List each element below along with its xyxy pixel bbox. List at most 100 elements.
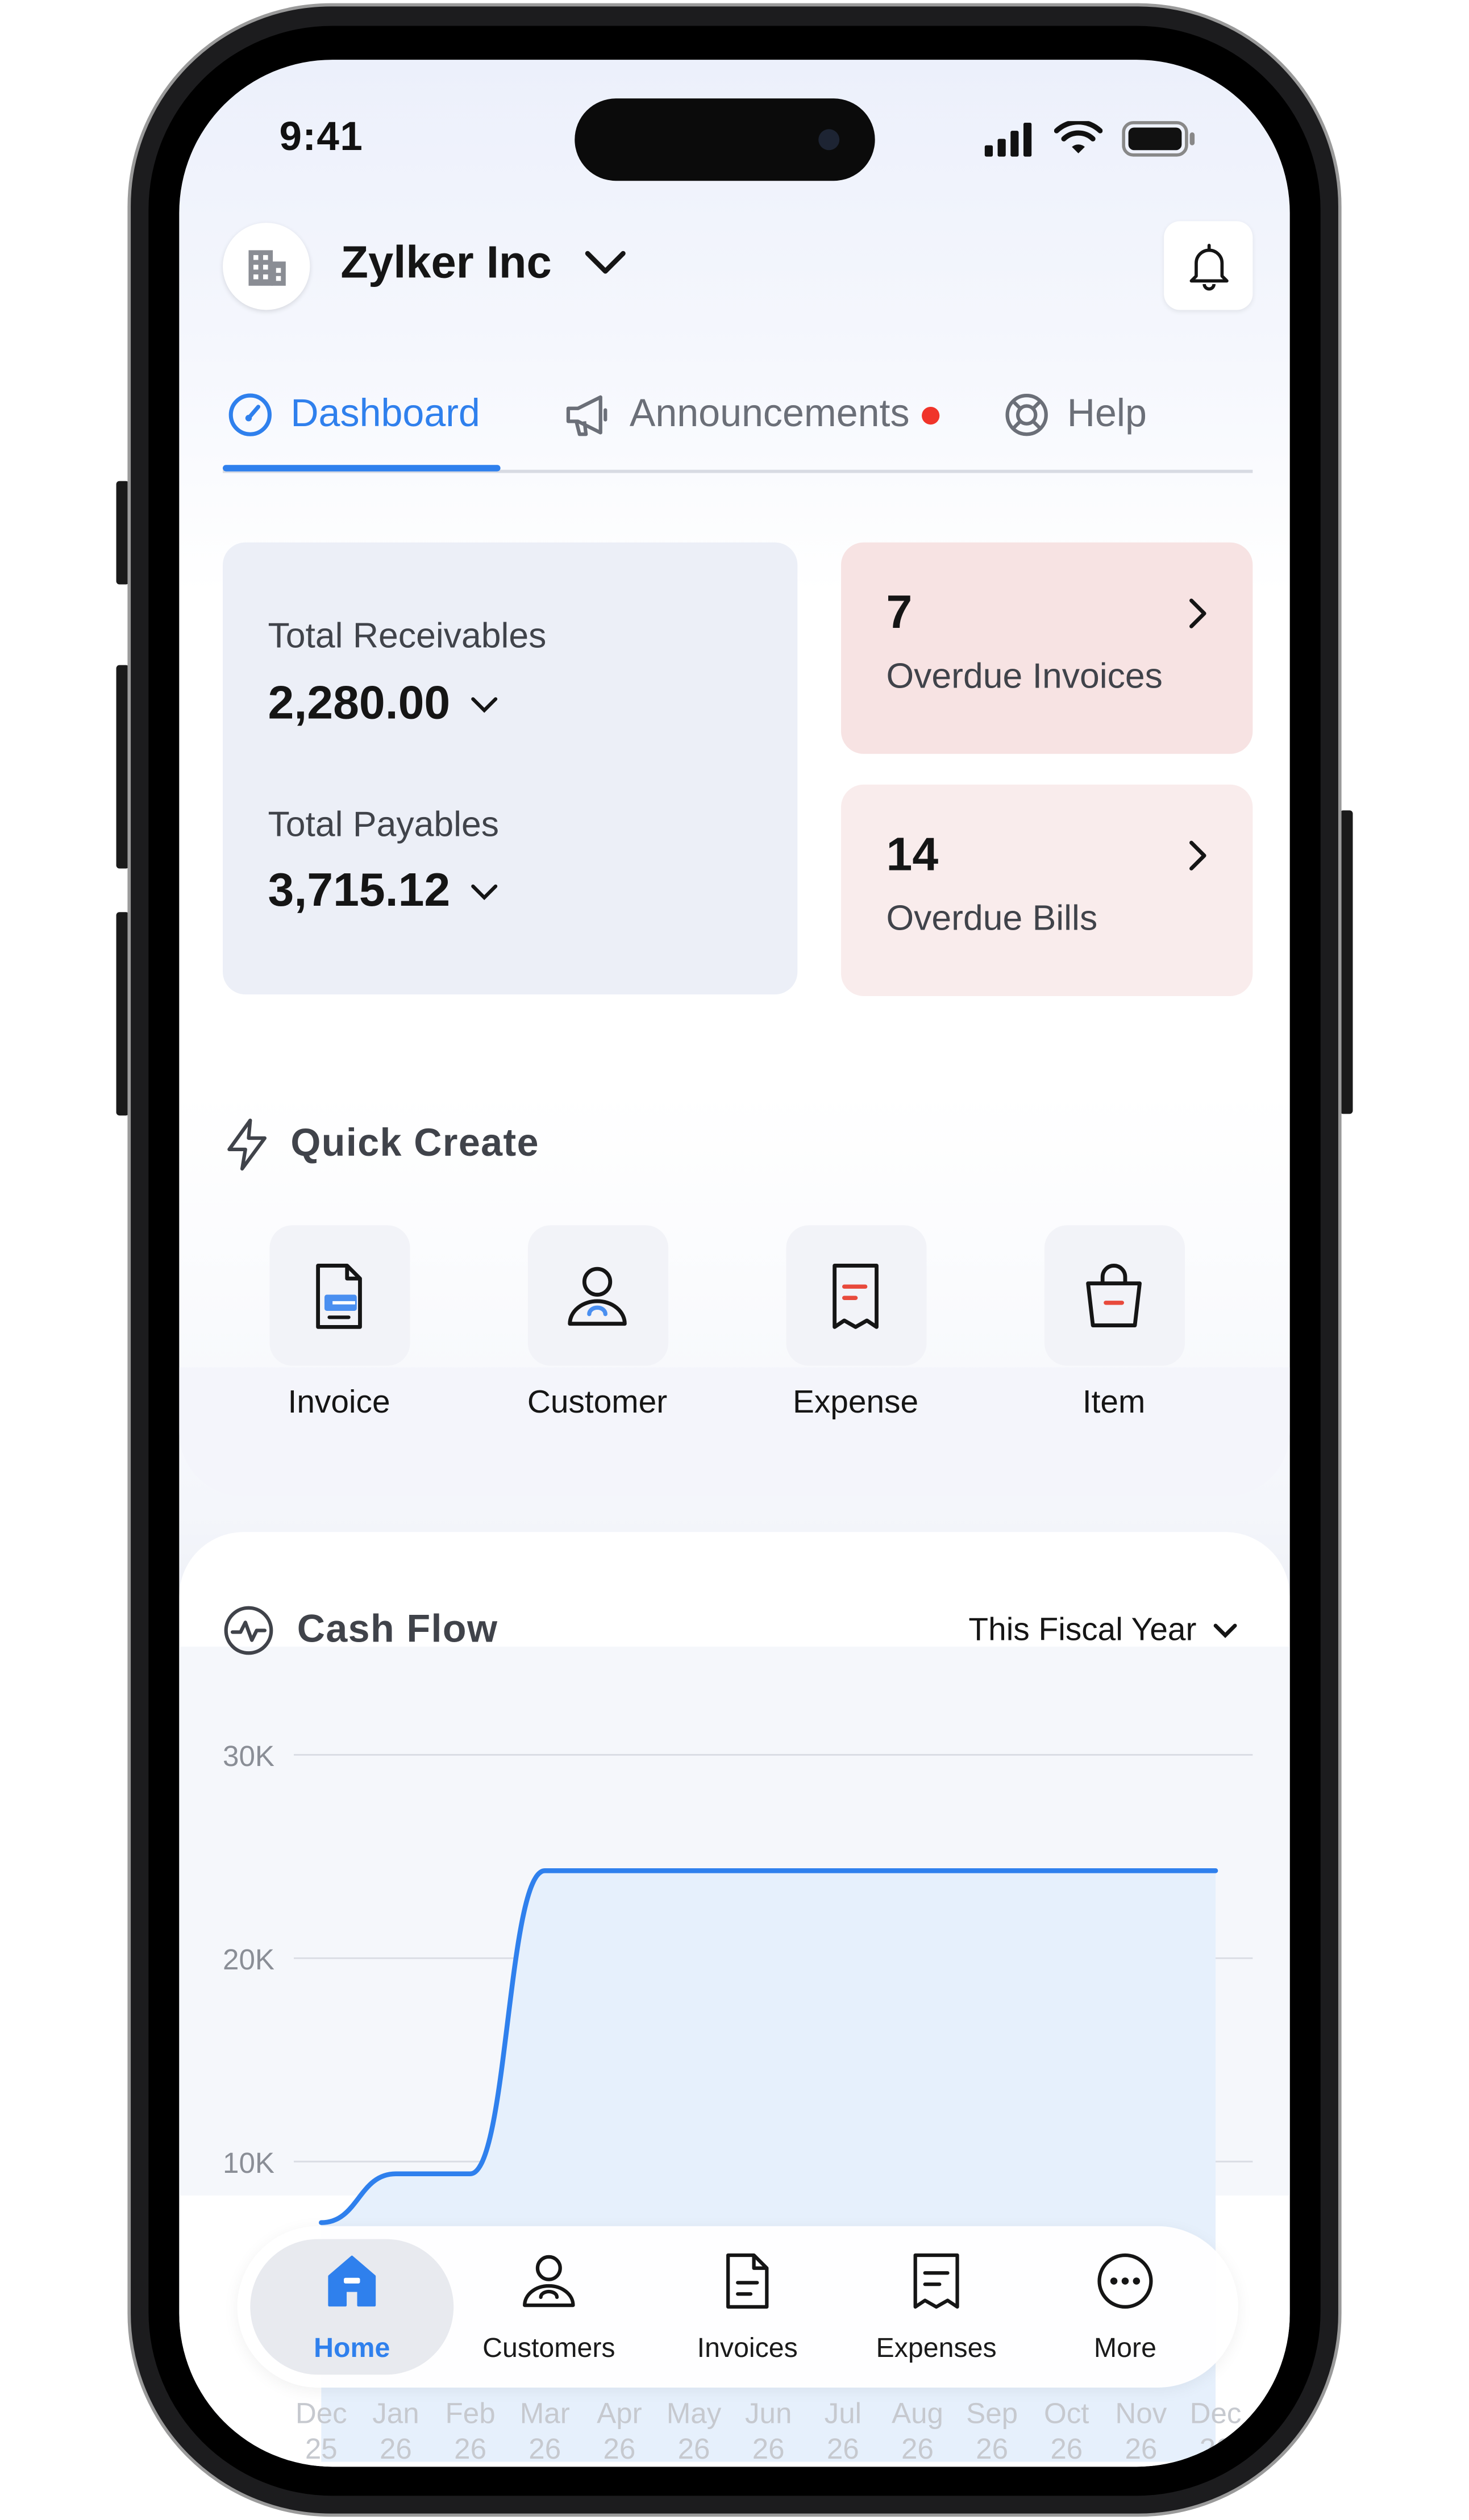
home-icon <box>328 2255 376 2307</box>
quick-create-label: Item <box>1082 1385 1146 1421</box>
x-tick-label: Sep <box>966 2397 1018 2429</box>
receivables-value: 2,280.00 <box>268 678 451 730</box>
quick-create-customer[interactable]: Customer <box>501 1225 694 1422</box>
chevron-down-icon[interactable] <box>582 247 628 288</box>
tabbar-label: More <box>1093 2332 1156 2364</box>
org-name[interactable]: Zylker Inc <box>340 238 551 289</box>
chevron-down-icon <box>1214 1623 1238 1638</box>
invoice-icon <box>268 1225 410 1366</box>
tab-label: Announcements <box>629 392 910 436</box>
power-button <box>1339 810 1353 1114</box>
chevron-right-icon <box>1189 598 1206 628</box>
payables-label: Total Payables <box>268 803 500 844</box>
receivables-amount[interactable]: 2,280.00 <box>268 678 499 731</box>
quick-create-heading: Quick Create <box>223 1117 539 1172</box>
tabbar-expenses[interactable]: Expenses <box>836 2226 1036 2388</box>
x-tick-label: Aug <box>892 2397 943 2429</box>
x-tick-label: Jul <box>825 2397 862 2429</box>
x-tick-label: Mar <box>520 2397 570 2429</box>
signal-icon <box>983 122 1038 166</box>
x-tick-label: Jan <box>372 2397 419 2429</box>
tab-label: Help <box>1067 392 1147 436</box>
tabbar-label: Customers <box>482 2332 615 2364</box>
y-tick-label: 30K <box>223 1740 274 1772</box>
x-tick-label: Jun <box>745 2397 792 2429</box>
x-tick-label: 26 <box>901 2432 934 2465</box>
receivables-payables-card: Total Receivables 2,280.00 Total Payable… <box>223 542 798 995</box>
pulse-icon <box>224 1606 273 1655</box>
x-tick-label: 26 <box>528 2432 561 2465</box>
tabbar-invoices[interactable]: Invoices <box>647 2226 847 2388</box>
item-bag-icon <box>1043 1225 1184 1366</box>
overdue-bills-count: 14 <box>886 830 939 882</box>
expenses-icon <box>913 2253 959 2309</box>
quick-create-label: Expense <box>793 1385 919 1421</box>
x-tick-label: 26 <box>454 2432 486 2465</box>
cash-flow-title: Cash Flow <box>297 1607 498 1652</box>
battery-icon <box>1122 119 1196 166</box>
payables-amount[interactable]: 3,715.12 <box>268 865 499 919</box>
chevron-right-icon <box>1189 840 1206 870</box>
quick-create-item[interactable]: Item <box>1017 1225 1211 1422</box>
x-tick-label: Dec <box>1190 2397 1242 2429</box>
chevron-down-icon <box>471 696 497 713</box>
x-tick-label: 26 <box>827 2432 859 2465</box>
tab-label: Dashboard <box>290 392 480 436</box>
customer-icon <box>527 1225 668 1366</box>
building-icon <box>248 250 286 286</box>
expense-icon <box>785 1225 926 1366</box>
overdue-bills-card[interactable]: 14 Overdue Bills <box>841 784 1253 996</box>
x-tick-label: 26 <box>1125 2432 1157 2465</box>
chevron-down-icon <box>471 884 497 899</box>
x-tick-label: Nov <box>1115 2397 1167 2429</box>
notification-dot <box>922 406 941 424</box>
x-tick-label: 26 <box>380 2432 412 2465</box>
quick-create-label: Customer <box>527 1385 668 1421</box>
bottom-tab-bar: Home Customers Invoices Expenses More <box>237 2226 1238 2388</box>
quick-create-invoice[interactable]: Invoice <box>242 1225 436 1422</box>
app-screen: 9:41 Zylker Inc Dashboard Announcements … <box>179 60 1290 2467</box>
tabbar-more[interactable]: More <box>1025 2226 1225 2388</box>
x-tick-label: Oct <box>1044 2397 1089 2429</box>
tab-announcements[interactable]: Announcements <box>562 391 941 439</box>
status-time: 9:41 <box>279 114 364 160</box>
overdue-invoices-label: Overdue Invoices <box>886 655 1163 696</box>
x-tick-label: 26 <box>976 2432 1008 2465</box>
tabbar-label: Expenses <box>876 2332 997 2364</box>
lifebuoy-icon <box>1005 393 1048 436</box>
dynamic-island <box>575 98 875 181</box>
tabbar-customers[interactable]: Customers <box>449 2226 649 2388</box>
active-tab-indicator <box>223 465 501 472</box>
megaphone-icon <box>566 395 607 436</box>
overdue-invoices-count: 7 <box>886 588 913 640</box>
x-tick-label: 25 <box>305 2432 338 2465</box>
tabbar-home[interactable]: Home <box>252 2226 452 2388</box>
x-tick-label: 26 <box>1050 2432 1083 2465</box>
more-icon <box>1097 2253 1153 2309</box>
lightning-icon <box>227 1118 267 1171</box>
quick-create-expense[interactable]: Expense <box>759 1225 952 1422</box>
tab-help[interactable]: Help <box>1002 391 1147 439</box>
notifications-button[interactable] <box>1164 221 1253 310</box>
x-tick-label: Feb <box>446 2397 496 2429</box>
camera-icon <box>818 129 840 151</box>
range-label: This Fiscal Year <box>968 1613 1197 1648</box>
payables-value: 3,715.12 <box>268 865 451 917</box>
tab-dashboard[interactable]: Dashboard <box>226 391 480 439</box>
x-tick-label: 26 <box>678 2432 710 2465</box>
receivables-label: Total Receivables <box>268 615 547 656</box>
tabbar-label: Home <box>314 2332 390 2364</box>
overdue-bills-label: Overdue Bills <box>886 897 1098 938</box>
x-tick-label: 26 <box>1200 2432 1232 2465</box>
quick-create-title: Quick Create <box>290 1122 540 1166</box>
x-tick-label: May <box>667 2397 722 2429</box>
x-tick-label: 26 <box>603 2432 635 2465</box>
org-avatar[interactable] <box>223 223 310 310</box>
x-tick-label: Apr <box>597 2397 642 2429</box>
invoices-icon <box>726 2253 769 2309</box>
fiscal-year-dropdown[interactable]: This Fiscal Year <box>968 1613 1238 1650</box>
overdue-invoices-card[interactable]: 7 Overdue Invoices <box>841 542 1253 754</box>
y-tick-label: 20K <box>223 1943 274 1976</box>
quick-create-label: Invoice <box>288 1385 390 1421</box>
y-tick-label: 10K <box>223 2147 274 2179</box>
